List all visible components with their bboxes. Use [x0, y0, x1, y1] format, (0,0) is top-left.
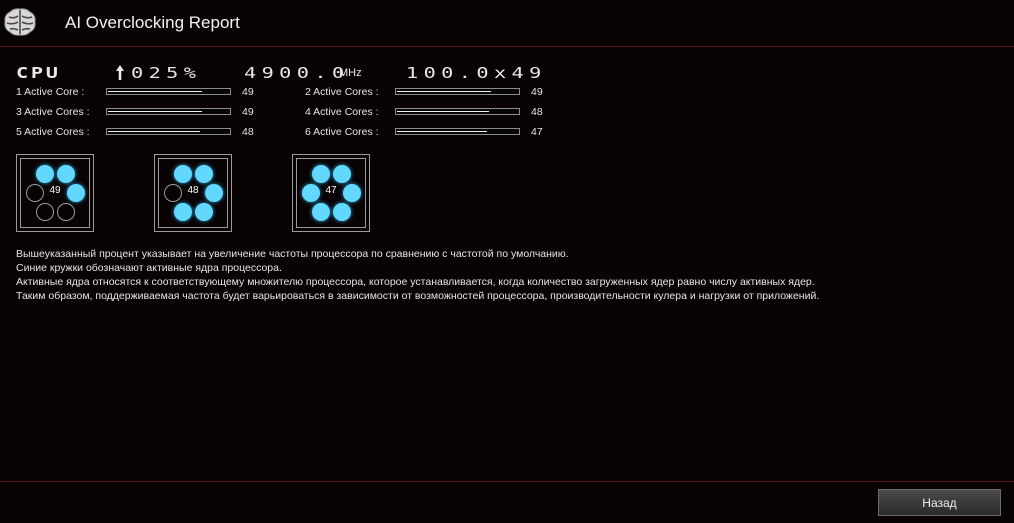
active-core-row: 3 Active Cores : 49 [16, 106, 266, 118]
core-value: 49 [242, 106, 254, 118]
active-core-row: 1 Active Core : 49 [16, 86, 266, 98]
window-title: AI Overclocking Report [65, 13, 240, 32]
core-label: 2 Active Cores : [305, 86, 379, 98]
active-core-dot [57, 165, 75, 183]
active-core-row: 2 Active Cores : 49 [305, 86, 555, 98]
core-diagram: 49 [16, 154, 94, 232]
inactive-core-dot [36, 203, 54, 221]
core-bar-fill [108, 131, 200, 132]
core-label: 3 Active Cores : [16, 106, 90, 118]
core-bar [106, 128, 231, 135]
active-core-dot [174, 203, 192, 221]
core-value: 48 [242, 126, 254, 138]
active-core-dot [195, 203, 213, 221]
active-core-dot [195, 165, 213, 183]
core-value: 49 [242, 86, 254, 98]
core-label: 1 Active Core : [16, 86, 85, 98]
description: Вышеуказанный процент указывает на увели… [16, 247, 819, 303]
core-label: 6 Active Cores : [305, 126, 379, 138]
inactive-core-dot [57, 203, 75, 221]
cpu-frequency: 4900.0 [244, 64, 350, 82]
core-bar [395, 128, 520, 135]
core-bar-fill [397, 111, 489, 112]
cpu-multiplier: 100.0x49 [406, 64, 547, 82]
cpu-label: CPU [16, 64, 61, 82]
core-label: 4 Active Cores : [305, 106, 379, 118]
core-bar [106, 88, 231, 95]
core-value: 47 [531, 126, 543, 138]
active-core-row: 5 Active Cores : 48 [16, 126, 266, 138]
description-line: Вышеуказанный процент указывает на увели… [16, 248, 569, 260]
diagram-multiplier: 49 [49, 185, 61, 196]
core-bar [395, 88, 520, 95]
active-core-dot [333, 203, 351, 221]
active-core-dot [312, 203, 330, 221]
core-bar-fill [397, 131, 487, 132]
footer-divider [0, 481, 1014, 482]
core-bar [395, 108, 520, 115]
description-line: Синие кружки обозначают активные ядра пр… [16, 262, 282, 274]
cpu-summary: CPU 025% 4900.0 MHz 100.0x49 [0, 64, 1014, 84]
core-diagram: 48 [154, 154, 232, 232]
diagram-multiplier: 47 [325, 185, 337, 196]
core-label: 5 Active Cores : [16, 126, 90, 138]
back-button[interactable]: Назад [878, 489, 1001, 516]
active-core-dot [36, 165, 54, 183]
brain-icon [4, 8, 36, 36]
active-core-row: 4 Active Cores : 48 [305, 106, 555, 118]
arrow-up-icon [116, 65, 124, 80]
active-core-dot [174, 165, 192, 183]
core-diagram: 47 [292, 154, 370, 232]
overclock-percent: 025% [131, 64, 202, 82]
description-line: Активные ядра относятся к соответствующе… [16, 276, 815, 288]
core-bar-fill [108, 111, 202, 112]
core-value: 49 [531, 86, 543, 98]
title-bar: AI Overclocking Report [0, 0, 1014, 47]
core-value: 48 [531, 106, 543, 118]
diagram-multiplier: 48 [187, 185, 199, 196]
active-core-row: 6 Active Cores : 47 [305, 126, 555, 138]
core-bar-fill [108, 91, 202, 92]
frequency-unit: MHz [339, 67, 362, 79]
core-bar-fill [397, 91, 491, 92]
active-core-dot [333, 165, 351, 183]
active-core-dot [312, 165, 330, 183]
description-line: Таким образом, поддерживаемая частота бу… [16, 290, 820, 302]
core-bar [106, 108, 231, 115]
